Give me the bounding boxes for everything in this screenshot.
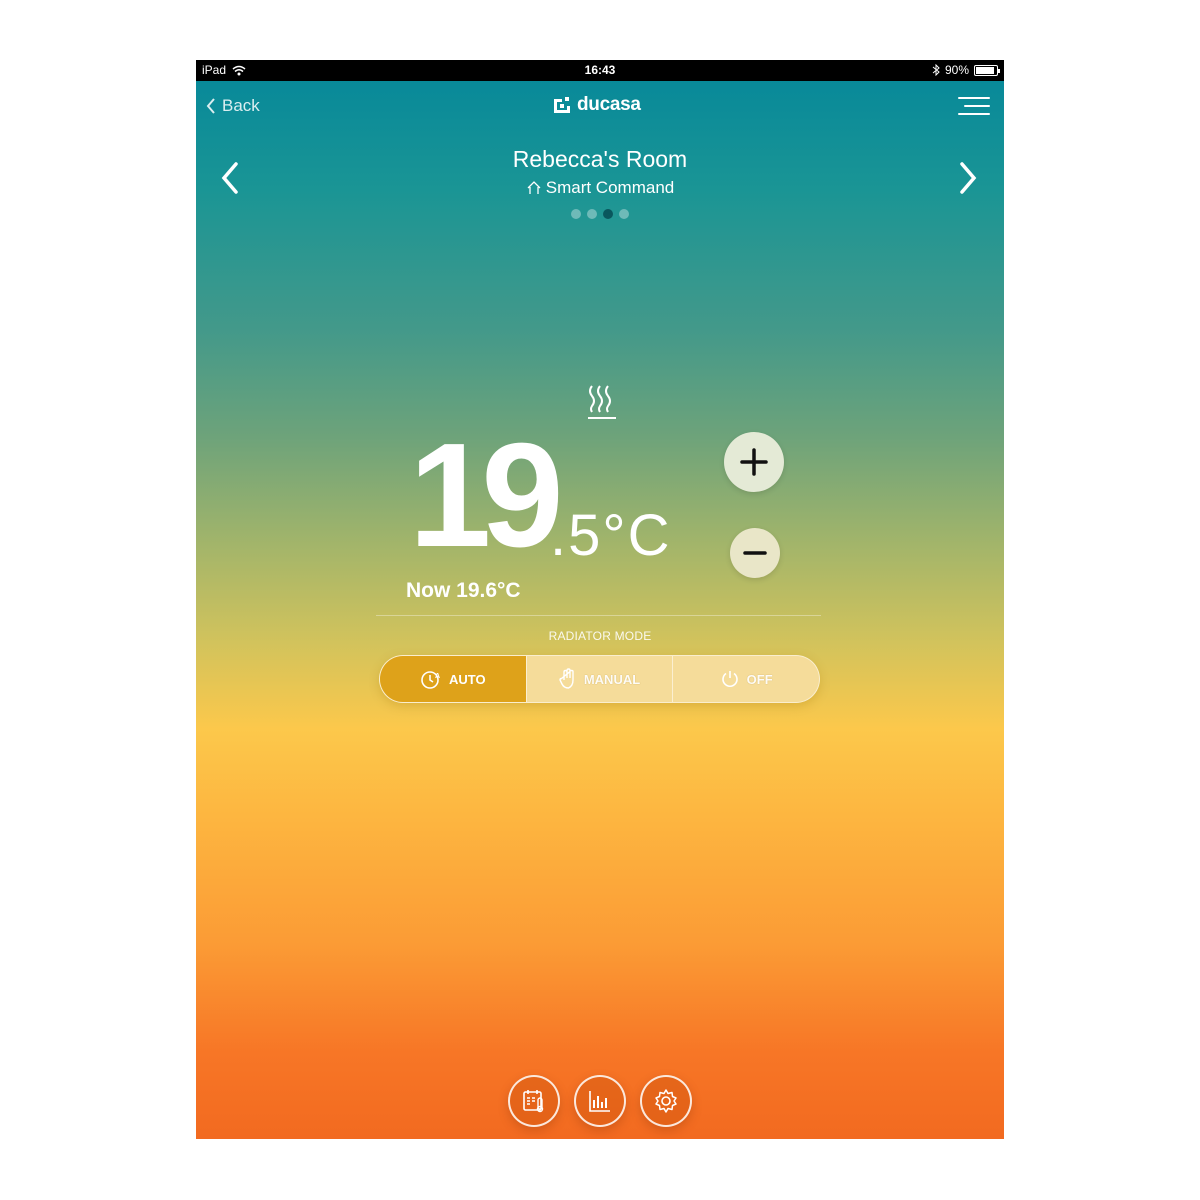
current-temperature: Now 19.6°C <box>406 579 521 602</box>
schedule-icon <box>523 1090 544 1113</box>
status-bar: iPad 16:43 90% <box>196 60 1004 81</box>
increase-temperature-button[interactable] <box>724 432 784 492</box>
status-time: 16:43 <box>584 63 616 77</box>
room-subtitle: Smart Command <box>196 178 1004 198</box>
ducasa-logo-icon <box>554 97 570 113</box>
divider <box>376 615 821 616</box>
minus-icon <box>743 551 767 555</box>
room-title: Rebecca's Room <box>512 146 688 172</box>
bottom-toolbar <box>196 1075 1004 1127</box>
back-label: Back <box>222 96 260 115</box>
schedule-button[interactable] <box>508 1075 560 1127</box>
brand-logo: ducasa <box>552 94 641 116</box>
hand-icon <box>559 668 574 689</box>
mode-manual-button[interactable]: MANUAL <box>525 656 673 702</box>
heating-icon <box>588 385 616 419</box>
mode-off-button[interactable]: OFF <box>672 656 819 702</box>
setpoint-integer: 19 <box>409 413 564 578</box>
mode-auto-button[interactable]: A AUTO <box>380 656 526 702</box>
home-icon <box>527 181 541 194</box>
mode-auto-label: AUTO <box>449 671 486 687</box>
chevron-left-icon <box>206 98 215 114</box>
back-button[interactable]: Back <box>206 96 260 116</box>
radiator-mode-selector: A AUTO MANUAL OFF <box>379 655 820 703</box>
battery-percent: 90% <box>944 63 969 77</box>
page-dot <box>619 209 629 219</box>
room-subtitle-text: Smart Command <box>545 178 675 197</box>
page-dot <box>587 209 597 219</box>
settings-button[interactable] <box>640 1075 692 1127</box>
power-icon <box>721 671 738 687</box>
app-screen: iPad 16:43 90% Back ducasa Rebecca's Roo… <box>196 60 1004 1139</box>
mode-off-label: OFF <box>746 671 773 687</box>
brand-name: ducasa <box>577 94 641 115</box>
battery-icon <box>974 65 1000 76</box>
statistics-icon <box>589 1091 610 1112</box>
radiator-mode-label: RADIATOR MODE <box>548 629 652 643</box>
bluetooth-icon <box>932 64 940 76</box>
plus-icon <box>740 448 768 476</box>
menu-button[interactable] <box>958 95 990 117</box>
settings-icon <box>655 1089 677 1113</box>
page-indicator <box>196 209 1004 219</box>
clock-auto-icon: A <box>421 671 440 689</box>
setpoint-decimal: .5°C <box>550 503 672 568</box>
mode-manual-label: MANUAL <box>583 671 641 687</box>
page-dot-active <box>603 209 613 219</box>
statistics-button[interactable] <box>574 1075 626 1127</box>
page-dot <box>571 209 581 219</box>
decrease-temperature-button[interactable] <box>730 528 780 578</box>
svg-text:A: A <box>435 673 440 680</box>
